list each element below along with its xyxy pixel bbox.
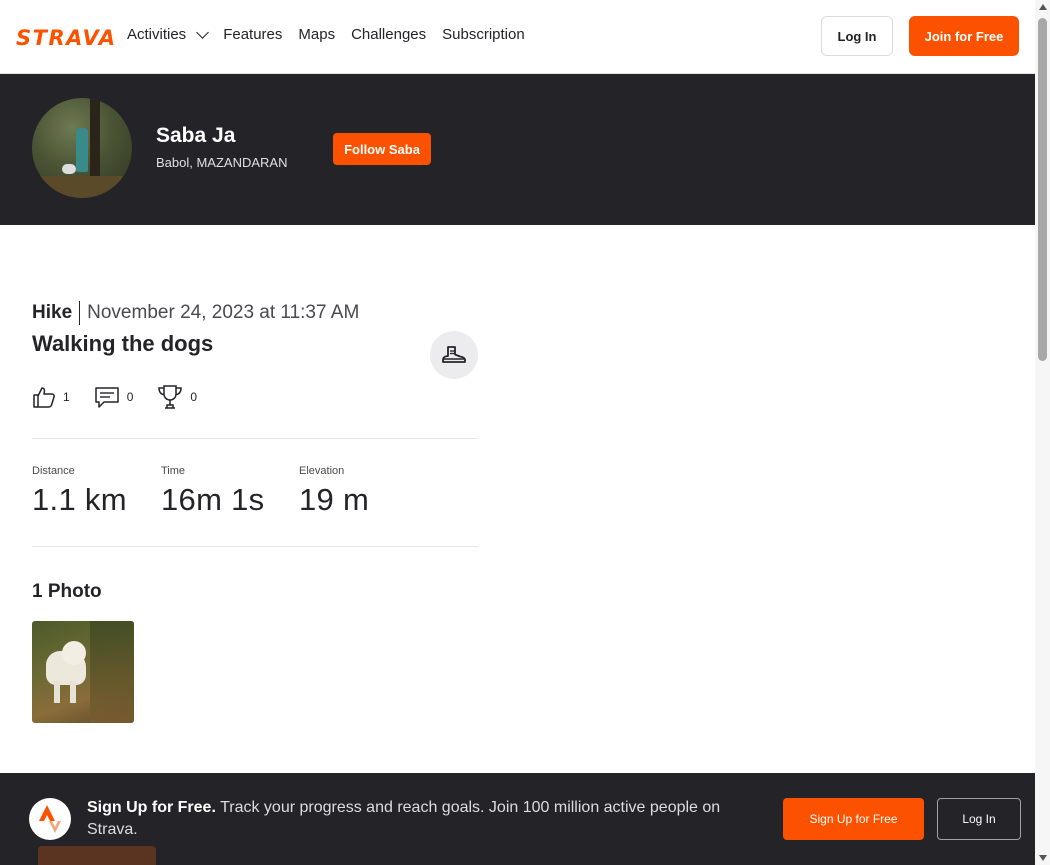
- chevron-down-icon: [196, 25, 210, 39]
- page-scrollbar[interactable]: [1035, 0, 1050, 865]
- nav-activities-label: Activities: [127, 26, 187, 43]
- divider-bottom: [32, 546, 478, 547]
- stat-distance-label: Distance: [32, 465, 75, 477]
- comments-count: 0: [126, 390, 134, 404]
- join-for-free-button[interactable]: Join for Free: [909, 16, 1019, 56]
- strava-mark-icon: [29, 798, 71, 840]
- divider-top: [32, 438, 478, 439]
- photos-heading: 1 Photo: [32, 581, 102, 602]
- avatar-person: [76, 128, 88, 172]
- stat-elevation-label: Elevation: [299, 465, 345, 477]
- banner-login-button[interactable]: Log In: [937, 798, 1021, 840]
- signup-button[interactable]: Sign Up for Free: [783, 798, 924, 840]
- signup-banner: Sign Up for Free. Track your progress an…: [0, 773, 1035, 865]
- avatar-dog: [62, 164, 76, 174]
- strava-chevron-icon: [39, 805, 61, 833]
- photo-dog-head: [62, 641, 86, 665]
- nav-maps[interactable]: Maps: [298, 26, 335, 43]
- photo-plants: [90, 621, 134, 723]
- nav-challenges[interactable]: Challenges: [351, 26, 426, 43]
- strava-logo[interactable]: STRAVA: [16, 26, 117, 50]
- stat-elevation-value: 19 m: [299, 482, 370, 517]
- activity-date: November 24, 2023 at 11:37 AM: [87, 302, 360, 323]
- athlete-location: Babol, MAZANDARAN: [156, 155, 288, 170]
- banner-underlay: [38, 846, 156, 865]
- scrollbar-thumb[interactable]: [1038, 18, 1047, 361]
- nav-links: Activities Features Maps Challenges Subs…: [127, 25, 525, 43]
- avatar-ground: [32, 176, 132, 198]
- social-stats: 1 0 0: [32, 384, 197, 410]
- stat-distance: Distance 1.1 km: [32, 465, 127, 518]
- photo-thumbnail[interactable]: [32, 621, 134, 723]
- stat-time-label: Time: [161, 465, 186, 477]
- photo-dog-legs: [54, 681, 60, 703]
- stat-distance-value: 1.1 km: [32, 482, 127, 517]
- banner-headline: Sign Up for Free.: [87, 799, 216, 816]
- kudos-count: 1: [63, 390, 70, 404]
- achievements-button[interactable]: 0: [157, 384, 197, 410]
- athlete-header: Saba Ja Babol, MAZANDARAN Follow Saba: [0, 74, 1035, 225]
- achievements-count: 0: [190, 390, 198, 404]
- activity-meta: Hike November 24, 2023 at 11:37 AM: [32, 301, 359, 325]
- stat-time: Time 16m 1s: [161, 465, 264, 518]
- scroll-down-arrow-icon[interactable]: [1039, 855, 1047, 861]
- top-navigation: STRAVA Activities Features Maps Challeng…: [0, 0, 1035, 74]
- activity-title: Walking the dogs: [32, 331, 214, 356]
- sport-type-badge: [430, 331, 478, 379]
- kudos-button[interactable]: 1: [32, 385, 70, 409]
- scroll-up-arrow-icon[interactable]: [1039, 4, 1047, 10]
- comments-button[interactable]: 0: [94, 385, 134, 409]
- nav-features[interactable]: Features: [223, 26, 282, 43]
- nav-subscription[interactable]: Subscription: [442, 26, 525, 43]
- thumbs-up-icon: [33, 387, 55, 408]
- follow-button[interactable]: Follow Saba: [333, 133, 431, 165]
- banner-message: Sign Up for Free. Track your progress an…: [87, 797, 757, 841]
- stat-elevation: Elevation 19 m: [299, 465, 369, 518]
- hiking-boot-icon: [442, 346, 466, 363]
- athlete-avatar[interactable]: [32, 98, 132, 198]
- trophy-icon: [158, 385, 183, 409]
- activity-type: Hike: [32, 301, 81, 325]
- login-button[interactable]: Log In: [821, 16, 893, 56]
- comment-icon: [94, 387, 119, 408]
- nav-activities[interactable]: Activities: [127, 25, 210, 43]
- athlete-name[interactable]: Saba Ja: [156, 124, 235, 148]
- stat-time-value: 16m 1s: [161, 482, 265, 517]
